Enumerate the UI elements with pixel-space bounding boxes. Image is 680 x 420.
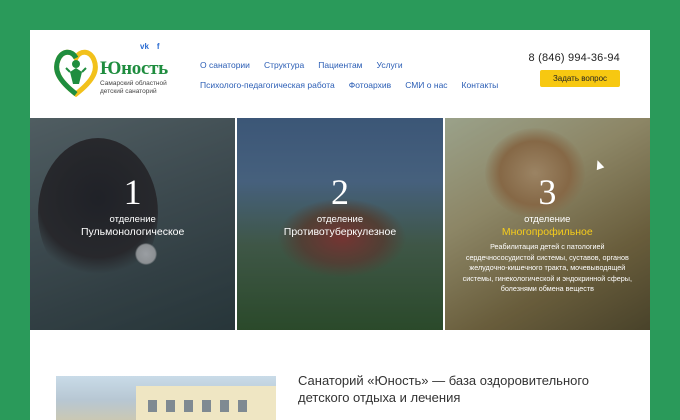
logo-subtitle: Самарский областной детский санаторий (100, 80, 167, 96)
window-shape (148, 400, 157, 412)
intro-section: Санаторий «Юность» — база оздоровительно… (30, 330, 650, 420)
nav-link-patients[interactable]: Пациентам (318, 60, 362, 70)
page: Юность Самарский областной детский санат… (30, 30, 650, 420)
main-nav: О санатории Структура Пациентам Услуги П… (200, 60, 510, 90)
department-card-1[interactable]: 1 отделение Пульмонологическое (30, 118, 236, 330)
vk-icon[interactable]: vk (140, 42, 149, 51)
window-shape (184, 400, 193, 412)
nav-link-about[interactable]: О санатории (200, 60, 250, 70)
facebook-icon[interactable]: f (157, 42, 160, 51)
sanatorium-building-photo (56, 376, 276, 420)
logo[interactable]: Юность Самарский областной детский санат… (54, 44, 174, 106)
nav-link-photo-archive[interactable]: Фотоархив (349, 80, 391, 90)
department-number: 2 (330, 172, 349, 212)
phone-number[interactable]: 8 (846) 994-36-94 (529, 52, 620, 64)
department-description: Реабилитация детей с патологией сердечно… (462, 242, 632, 293)
nav-link-services[interactable]: Услуги (377, 60, 403, 70)
site-header: Юность Самарский областной детский санат… (30, 30, 650, 118)
building-shape (136, 386, 276, 420)
department-card-2[interactable]: 2 отделение Противотуберкулезное (237, 118, 443, 330)
department-number: 3 (538, 172, 557, 212)
department-name: Пульмонологическое (80, 226, 185, 238)
logo-subtitle-line: Самарский областной (100, 80, 167, 87)
nav-link-media[interactable]: СМИ о нас (405, 80, 447, 90)
nav-link-contacts[interactable]: Контакты (462, 80, 499, 90)
department-number: 1 (123, 172, 142, 212)
logo-subtitle-line: детский санаторий (100, 88, 157, 95)
window-shape (166, 400, 175, 412)
window-shape (238, 400, 247, 412)
departments-hero: 1 отделение Пульмонологическое 2 отделен… (30, 118, 650, 330)
department-label: отделение (109, 214, 156, 225)
social-links: vk f (140, 42, 160, 51)
nav-link-structure[interactable]: Структура (264, 60, 304, 70)
department-label: отделение (524, 214, 571, 225)
window-shape (202, 400, 211, 412)
department-name: Противотуберкулезное (283, 226, 397, 238)
intro-headline: Санаторий «Юность» — база оздоровительно… (298, 373, 590, 405)
department-label: отделение (316, 214, 364, 225)
nav-row: О санатории Структура Пациентам Услуги (200, 60, 510, 70)
department-card-3[interactable]: 3 отделение Многопрофильное Реабилитация… (444, 118, 650, 330)
ask-question-button[interactable]: Задать вопрос (540, 70, 620, 87)
nav-link-psychology[interactable]: Психолого-педагогическая работа (200, 80, 335, 90)
heart-logo-icon (54, 49, 98, 98)
window-shape (220, 400, 229, 412)
nav-row: Психолого-педагогическая работа Фотоархи… (200, 80, 510, 90)
logo-title: Юность (100, 58, 168, 79)
department-name: Многопрофильное (501, 226, 593, 238)
